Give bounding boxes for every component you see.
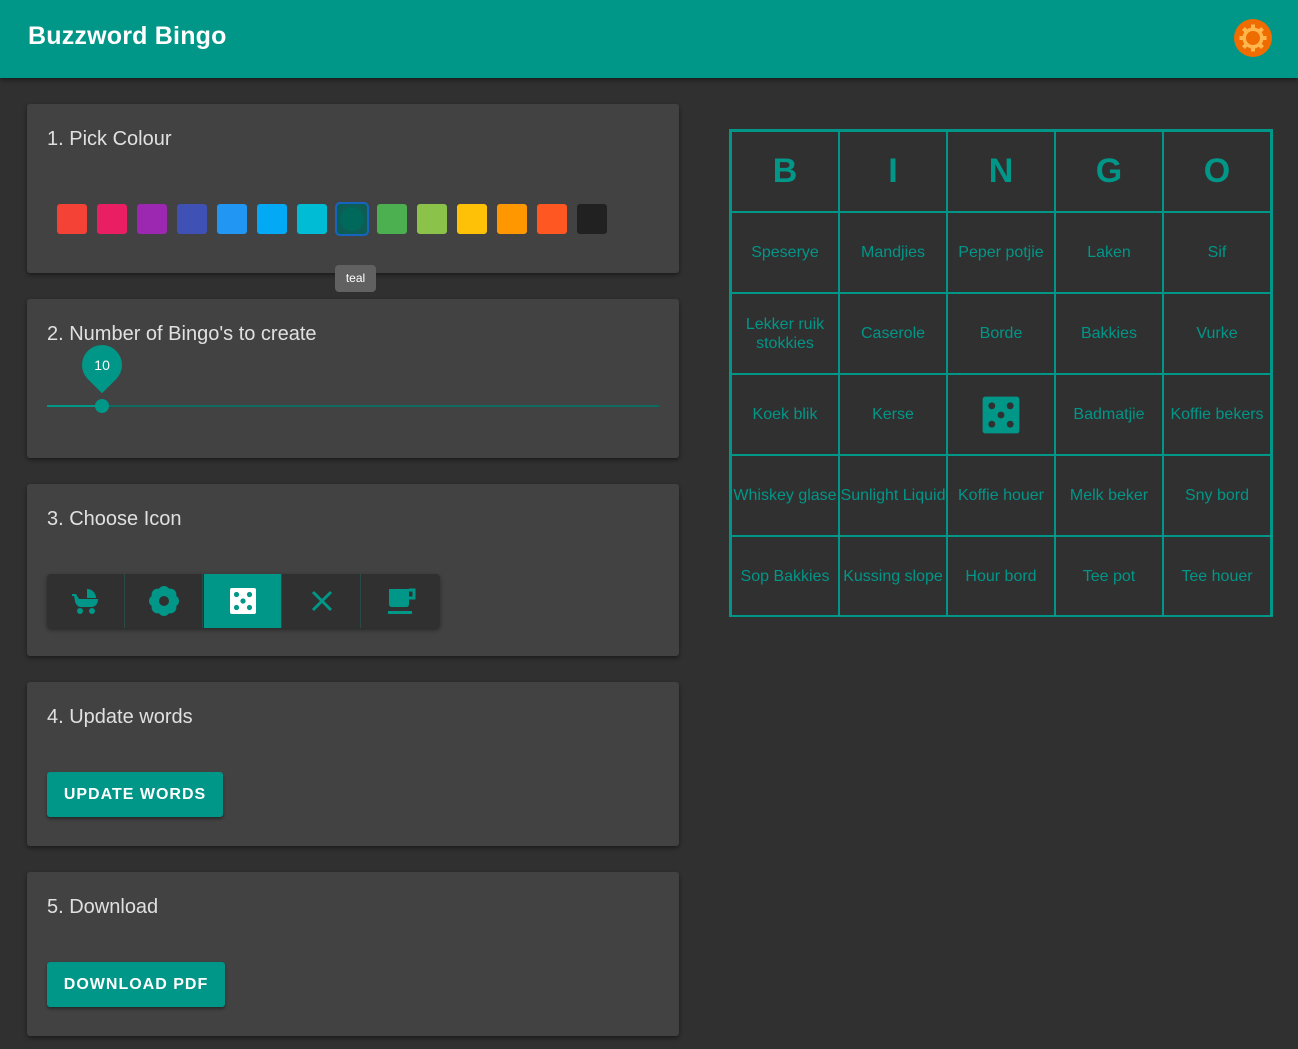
bingo-word-cell: Kussing slope — [839, 536, 947, 617]
app-title: Buzzword Bingo — [28, 22, 227, 50]
update-words-button[interactable]: UPDATE WORDS — [47, 772, 223, 817]
bingo-word-cell: Koek blik — [731, 374, 839, 455]
icon-toggle-group — [47, 574, 440, 628]
bingo-word-cell: Laken — [1055, 212, 1163, 293]
pick-colour-card: 1. Pick Colour teal — [27, 104, 679, 292]
colour-swatch-purple[interactable] — [137, 204, 167, 234]
bingo-word-cell: Lekker ruik stokkies — [731, 293, 839, 374]
close-icon — [311, 590, 333, 612]
icon-option-stroller[interactable] — [47, 574, 125, 628]
bingo-card-preview: B I N G O Speserye Mandjies Peper potjie Laken Si… — [729, 129, 1273, 617]
bingo-header-cell: G — [1055, 131, 1163, 212]
selected-colour-indicator — [340, 207, 364, 231]
choose-icon-card: 3. Choose Icon — [27, 484, 679, 656]
colour-swatch-black[interactable] — [577, 204, 607, 234]
bingo-word-cell: Whiskey glase — [731, 455, 839, 536]
app-bar: Buzzword Bingo — [0, 0, 1298, 78]
bingo-word-cell: Vurke — [1163, 293, 1271, 374]
colour-tooltip: teal — [335, 265, 376, 292]
update-words-title: 4. Update words — [47, 706, 193, 728]
bingo-word-cell: Tee pot — [1055, 536, 1163, 617]
colour-swatch-pink[interactable] — [97, 204, 127, 234]
colour-swatch-green[interactable] — [377, 204, 407, 234]
bingo-word-cell: Sunlight Liquid — [839, 455, 947, 536]
colour-swatch-amber[interactable] — [457, 204, 487, 234]
bingo-word-cell: Koffie bekers — [1163, 374, 1271, 455]
bingo-word-cell: Peper potjie — [947, 212, 1055, 293]
download-card: 5. Download DOWNLOAD PDF — [27, 872, 679, 1036]
bingo-header-cell: B — [731, 131, 839, 212]
colour-swatch-light-green[interactable] — [417, 204, 447, 234]
cup-icon — [388, 588, 416, 614]
theme-toggle-button[interactable] — [1234, 19, 1272, 57]
bingo-count-title: 2. Number of Bingo's to create — [47, 323, 317, 345]
slider-track[interactable] — [47, 405, 659, 407]
colour-swatch-teal[interactable] — [337, 204, 367, 234]
choose-icon-title: 3. Choose Icon — [47, 508, 182, 530]
bingo-word-cell: Kerse — [839, 374, 947, 455]
icon-option-flower[interactable] — [125, 574, 203, 628]
flower-icon — [149, 586, 179, 616]
bingo-word-cell: Speserye — [731, 212, 839, 293]
bingo-word-cell: Tee houer — [1163, 536, 1271, 617]
download-title: 5. Download — [47, 896, 159, 918]
bingo-word-cell: Melk beker — [1055, 455, 1163, 536]
bingo-free-cell — [947, 374, 1055, 455]
bingo-word-cell: Koffie houer — [947, 455, 1055, 536]
sun-icon — [1239, 24, 1267, 52]
icon-option-cup[interactable] — [362, 574, 440, 628]
bingo-word-cell: Badmatjie — [1055, 374, 1163, 455]
icon-option-dice[interactable] — [204, 574, 282, 628]
bingo-header-cell: O — [1163, 131, 1271, 212]
colour-swatch-red[interactable] — [57, 204, 87, 234]
bingo-word-cell: Borde — [947, 293, 1055, 374]
colour-swatch-cyan[interactable] — [297, 204, 327, 234]
slider-value-label: 10 — [94, 357, 110, 373]
bingo-word-cell: Caserole — [839, 293, 947, 374]
colour-swatch-light-blue[interactable] — [257, 204, 287, 234]
bingo-word-cell: Sop Bakkies — [731, 536, 839, 617]
colour-swatch-deep-orange[interactable] — [537, 204, 567, 234]
bingo-word-cell: Hour bord — [947, 536, 1055, 617]
stroller-icon — [72, 589, 98, 614]
update-words-card: 4. Update words UPDATE WORDS — [27, 682, 679, 846]
colour-swatch-blue[interactable] — [217, 204, 247, 234]
dice-icon — [982, 396, 1020, 433]
bingo-word-cell: Bakkies — [1055, 293, 1163, 374]
slider-fill — [47, 405, 103, 407]
dice-icon — [230, 588, 256, 614]
slider-thumb[interactable] — [95, 399, 110, 413]
bingo-word-cell: Mandjies — [839, 212, 947, 293]
bingo-count-card: 2. Number of Bingo's to create 10 — [27, 299, 679, 458]
colour-swatch-orange[interactable] — [497, 204, 527, 234]
icon-option-close[interactable] — [283, 574, 361, 628]
bingo-header-cell: N — [947, 131, 1055, 212]
download-pdf-button[interactable]: DOWNLOAD PDF — [47, 962, 225, 1007]
bingo-header-cell: I — [839, 131, 947, 212]
colour-swatch-indigo[interactable] — [177, 204, 207, 234]
pick-colour-title: 1. Pick Colour — [47, 128, 172, 150]
bingo-word-cell: Sif — [1163, 212, 1271, 293]
bingo-word-cell: Sny bord — [1163, 455, 1271, 536]
